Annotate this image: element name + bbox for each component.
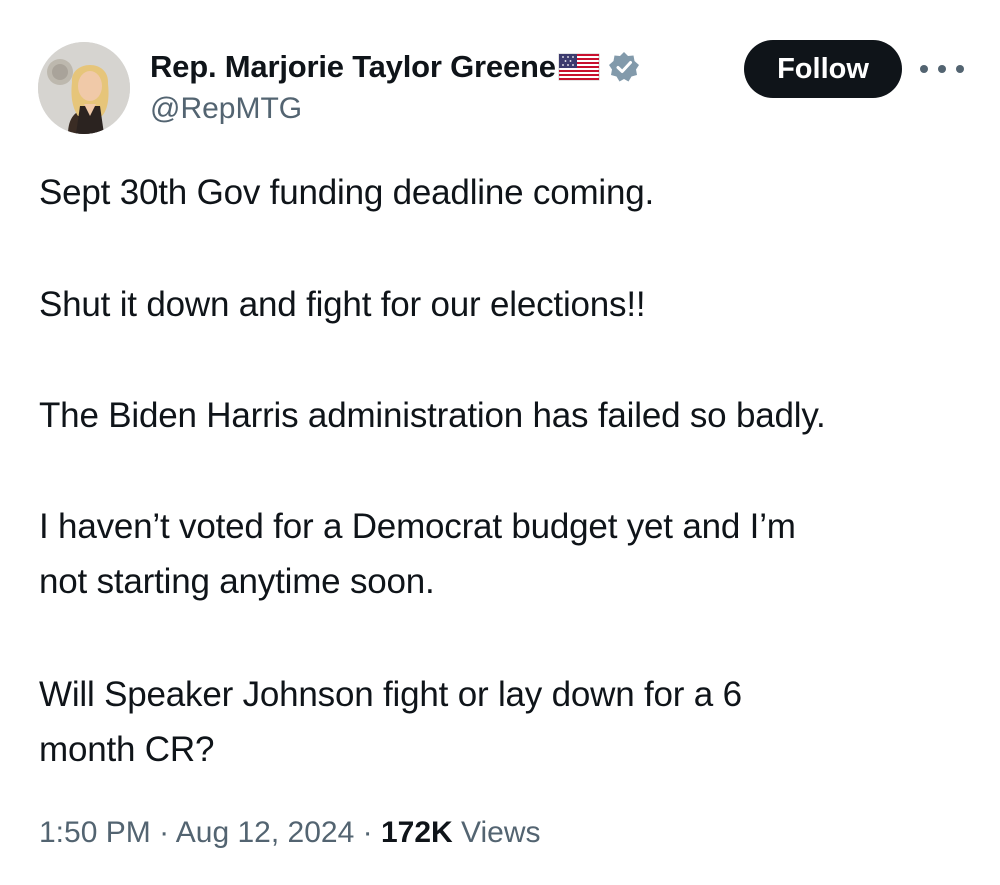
profile-avatar[interactable] [38,42,130,134]
tweet-text-line: Sept 30th Gov funding deadline coming. [39,173,655,212]
verified-badge-icon[interactable] [608,51,640,83]
views-count[interactable]: 172K [381,816,453,849]
author-display-name[interactable]: Rep. Marjorie Taylor Greene [150,49,556,85]
more-options-icon[interactable] [920,56,964,82]
avatar-image [38,42,130,134]
follow-button[interactable]: Follow [744,40,902,98]
tweet-meta: 1:50 PM · Aug 12, 2024 · 172K Views [39,816,541,850]
dot-icon [956,65,964,73]
dot-icon [920,65,928,73]
tweet-card: Rep. Marjorie Taylor Greene @RepMTG Foll… [0,0,1000,885]
tweet-text-line: Shut it down and fight for our elections… [39,285,646,324]
tweet-text-line: I haven’t voted for a Democrat budget ye… [39,507,796,546]
tweet-text-line: The Biden Harris administration has fail… [39,396,826,435]
dot-icon [938,65,946,73]
tweet-text-line: Will Speaker Johnson fight or lay down f… [39,675,742,714]
views-label: Views [461,816,541,849]
separator: · [159,816,170,849]
tweet-time[interactable]: 1:50 PM [39,816,151,849]
tweet-date[interactable]: Aug 12, 2024 [176,816,355,849]
us-flag-icon [558,52,600,82]
author-row: Rep. Marjorie Taylor Greene [150,44,640,90]
tweet-text-line: not starting anytime soon. [39,562,435,601]
tweet-text-line: month CR? [39,730,215,769]
separator: · [362,816,373,849]
author-handle[interactable]: @RepMTG [150,92,302,126]
